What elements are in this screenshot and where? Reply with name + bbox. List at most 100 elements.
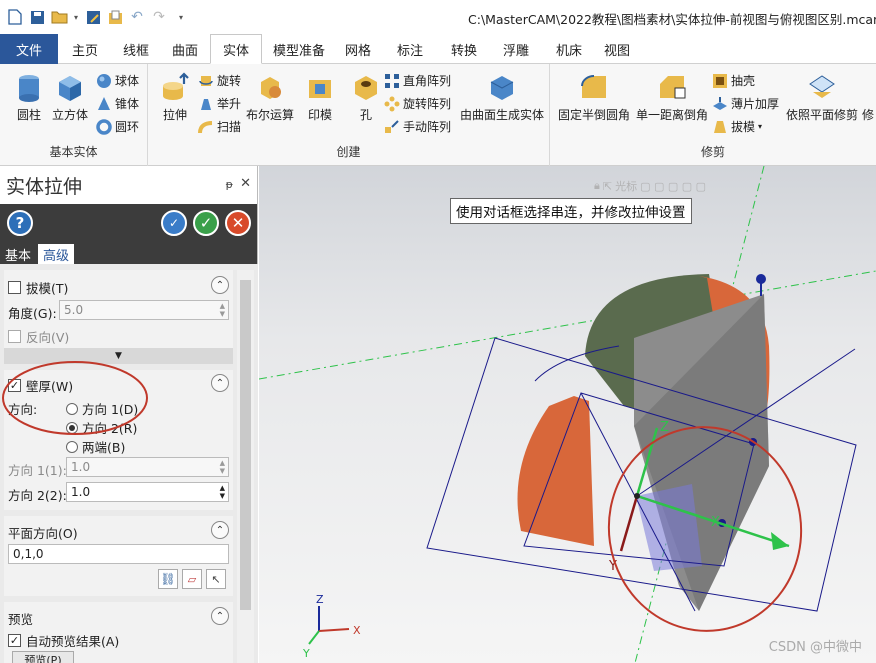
tab-wireframe[interactable]: 线框 <box>112 34 160 64</box>
tab-home[interactable]: 主页 <box>58 34 112 64</box>
shell-icon <box>713 73 727 88</box>
solid-from-surface-button[interactable]: 由曲面生成实体 <box>460 72 544 123</box>
dropdown-icon[interactable]: ▾ <box>72 8 80 26</box>
extrude-panel: 实体拉伸 ᵽ ✕ ? ✓ ✓ ✕ 基本 高级 拔模(T) ⌃ 角度(G): 5.… <box>0 166 258 663</box>
save-icon[interactable] <box>28 8 46 26</box>
cursor-icon[interactable]: ⇱ <box>603 180 612 193</box>
tab-mesh[interactable]: 网格 <box>336 34 380 64</box>
tab-advanced[interactable]: 高级 <box>38 244 75 264</box>
cube-button[interactable]: 立方体 <box>52 72 88 123</box>
tab-relief[interactable]: 浮雕 <box>488 34 544 64</box>
draft-dropdown-icon[interactable]: ▾ <box>758 122 762 131</box>
scroll-thumb[interactable] <box>240 280 251 610</box>
wall-thickness-section: ✓ 壁厚(W) ⌃ 方向: 方向 1(D) 方向 2(R) 两端(B) 方向 1… <box>4 370 233 510</box>
hole-button[interactable]: 孔 <box>351 72 381 123</box>
help-icon[interactable]: ? <box>7 210 33 236</box>
lift-button[interactable]: 举升 <box>198 95 241 112</box>
trim-to-plane-icon <box>809 75 835 98</box>
trim-to-plane-button[interactable]: 依照平面修剪 <box>786 72 858 123</box>
open-folder-icon[interactable] <box>50 8 68 26</box>
single-chamfer-button[interactable]: 单一距离倒角 <box>636 72 708 123</box>
group-label-create: 创建 <box>336 145 361 159</box>
new-file-icon[interactable] <box>6 8 24 26</box>
tab-surfaces[interactable]: 曲面 <box>160 34 210 64</box>
both-ends-radio[interactable]: 两端(B) <box>66 437 125 456</box>
rect-array-button[interactable]: 直角阵列 <box>384 72 451 89</box>
cone-button[interactable]: 锥体 <box>96 95 139 112</box>
boolean-button[interactable]: 布尔运算 <box>246 72 294 123</box>
direction-1-field[interactable]: 1.0 ▲ ▼ <box>66 457 229 477</box>
expand-more-icon[interactable]: ▼ <box>4 348 233 364</box>
draft-collapse-icon[interactable]: ⌃ <box>211 276 229 294</box>
model-scene: Z X Y Z X Y <box>259 166 876 663</box>
plane-collapse-icon[interactable]: ⌃ <box>211 521 229 539</box>
thicken-button[interactable]: 薄片加厚 <box>712 95 779 112</box>
trim-more-button[interactable]: 修 <box>862 72 874 123</box>
torus-icon <box>96 118 112 135</box>
group-modify: 固定半倒圆角 单一距离倒角 抽壳 薄片加厚 拔模 ▾ 依照平面修剪 修 修剪 <box>550 64 876 166</box>
plane-icon[interactable]: ▱ <box>182 569 202 589</box>
direction-label: 方向: <box>8 402 38 417</box>
preview-button[interactable]: 预览(P) <box>12 651 74 663</box>
redo-icon[interactable]: ↷ <box>150 8 168 26</box>
ok-icon[interactable]: ✓ <box>193 210 219 236</box>
const-fillet-button[interactable]: 固定半倒圆角 <box>558 72 630 123</box>
reverse-checkbox[interactable]: 反向(V) <box>8 327 69 346</box>
properties-icon[interactable] <box>106 8 124 26</box>
tab-model-prep[interactable]: 模型准备 <box>262 34 336 64</box>
shell-button[interactable]: 抽壳 <box>712 72 755 89</box>
direction-2-radio[interactable]: 方向 2(R) <box>66 418 137 437</box>
direction-1-radio[interactable]: 方向 1(D) <box>66 399 138 418</box>
apply-icon[interactable]: ✓ <box>161 210 187 236</box>
window-title: C:\MasterCAM\2022教程\图档素材\实体拉伸-前视图与俯视图区别.… <box>468 12 876 27</box>
direction-1-label: 方向 1(1): <box>8 463 67 478</box>
plane-direction-field[interactable]: 0,1,0 <box>8 544 229 564</box>
draft-angle-field[interactable]: 5.0 ▲ ▼ <box>59 300 229 320</box>
wall-thickness-checkbox-box[interactable]: ✓ <box>8 379 21 392</box>
tab-transform[interactable]: 转换 <box>440 34 488 64</box>
rot-array-button[interactable]: 旋转阵列 <box>384 95 451 112</box>
tab-machine[interactable]: 机床 <box>544 34 594 64</box>
draft-angle-spinner[interactable]: ▲ ▼ <box>220 302 225 318</box>
manual-array-button[interactable]: 手动阵列 <box>384 118 451 135</box>
link-icon[interactable]: ⛓ <box>158 569 178 589</box>
save-as-icon[interactable] <box>84 8 102 26</box>
sphere-button[interactable]: 球体 <box>96 72 139 89</box>
panel-title: 实体拉伸 <box>6 175 83 198</box>
wall-collapse-icon[interactable]: ⌃ <box>211 374 229 392</box>
wall-thickness-checkbox[interactable]: ✓ 壁厚(W) <box>8 376 73 395</box>
close-icon[interactable]: ✕ <box>240 176 251 191</box>
draft-button[interactable]: 拔模 ▾ <box>712 118 762 135</box>
view-cube-icon[interactable]: ▢ ▢ ▢ ▢ ▢ <box>640 180 706 193</box>
sweep-button[interactable]: 扫描 <box>198 118 241 135</box>
direction-2-field[interactable]: 1.0 ▲ ▼ <box>66 482 229 502</box>
pin-icon[interactable]: ᵽ <box>226 178 233 191</box>
preview-label: 预览 <box>8 612 34 627</box>
cursor-label[interactable]: 光标 <box>615 178 637 194</box>
tab-dimension[interactable]: 标注 <box>380 34 440 64</box>
auto-preview-checkbox[interactable]: ✓ 自动预览结果(A) <box>8 631 119 650</box>
graphics-viewport[interactable]: Z X Y Z X Y 🔒︎ ⇱ 光标 ▢ ▢ ▢ ▢ ▢ 使用对话框选择串连，… <box>259 166 876 663</box>
revolve-button[interactable]: 旋转 <box>198 72 241 89</box>
imprint-button[interactable]: 印模 <box>305 72 335 123</box>
cancel-icon[interactable]: ✕ <box>225 210 251 236</box>
pin-marker <box>756 274 766 284</box>
preview-collapse-icon[interactable]: ⌃ <box>211 607 229 625</box>
tab-basic[interactable]: 基本 <box>0 244 36 264</box>
panel-scrollbar[interactable] <box>237 270 254 663</box>
tab-file[interactable]: 文件 <box>0 34 58 64</box>
world-x-axis <box>318 628 350 632</box>
customize-icon[interactable]: ▾ <box>172 8 190 26</box>
torus-button[interactable]: 圆环 <box>96 118 139 135</box>
world-y-axis <box>308 630 320 645</box>
draft-checkbox-box[interactable] <box>8 281 21 294</box>
extrude-button[interactable]: 拉伸 <box>160 72 190 123</box>
select-cursor-icon[interactable]: ↖ <box>206 569 226 589</box>
tab-solids[interactable]: 实体 <box>210 34 262 64</box>
undo-icon[interactable]: ↶ <box>128 8 146 26</box>
thicken-icon <box>713 96 727 110</box>
lock-icon[interactable]: 🔒︎ <box>594 179 600 193</box>
cylinder-button[interactable]: 圆柱 <box>14 72 44 123</box>
tab-view[interactable]: 视图 <box>594 34 640 64</box>
draft-checkbox[interactable]: 拔模(T) <box>8 278 68 297</box>
